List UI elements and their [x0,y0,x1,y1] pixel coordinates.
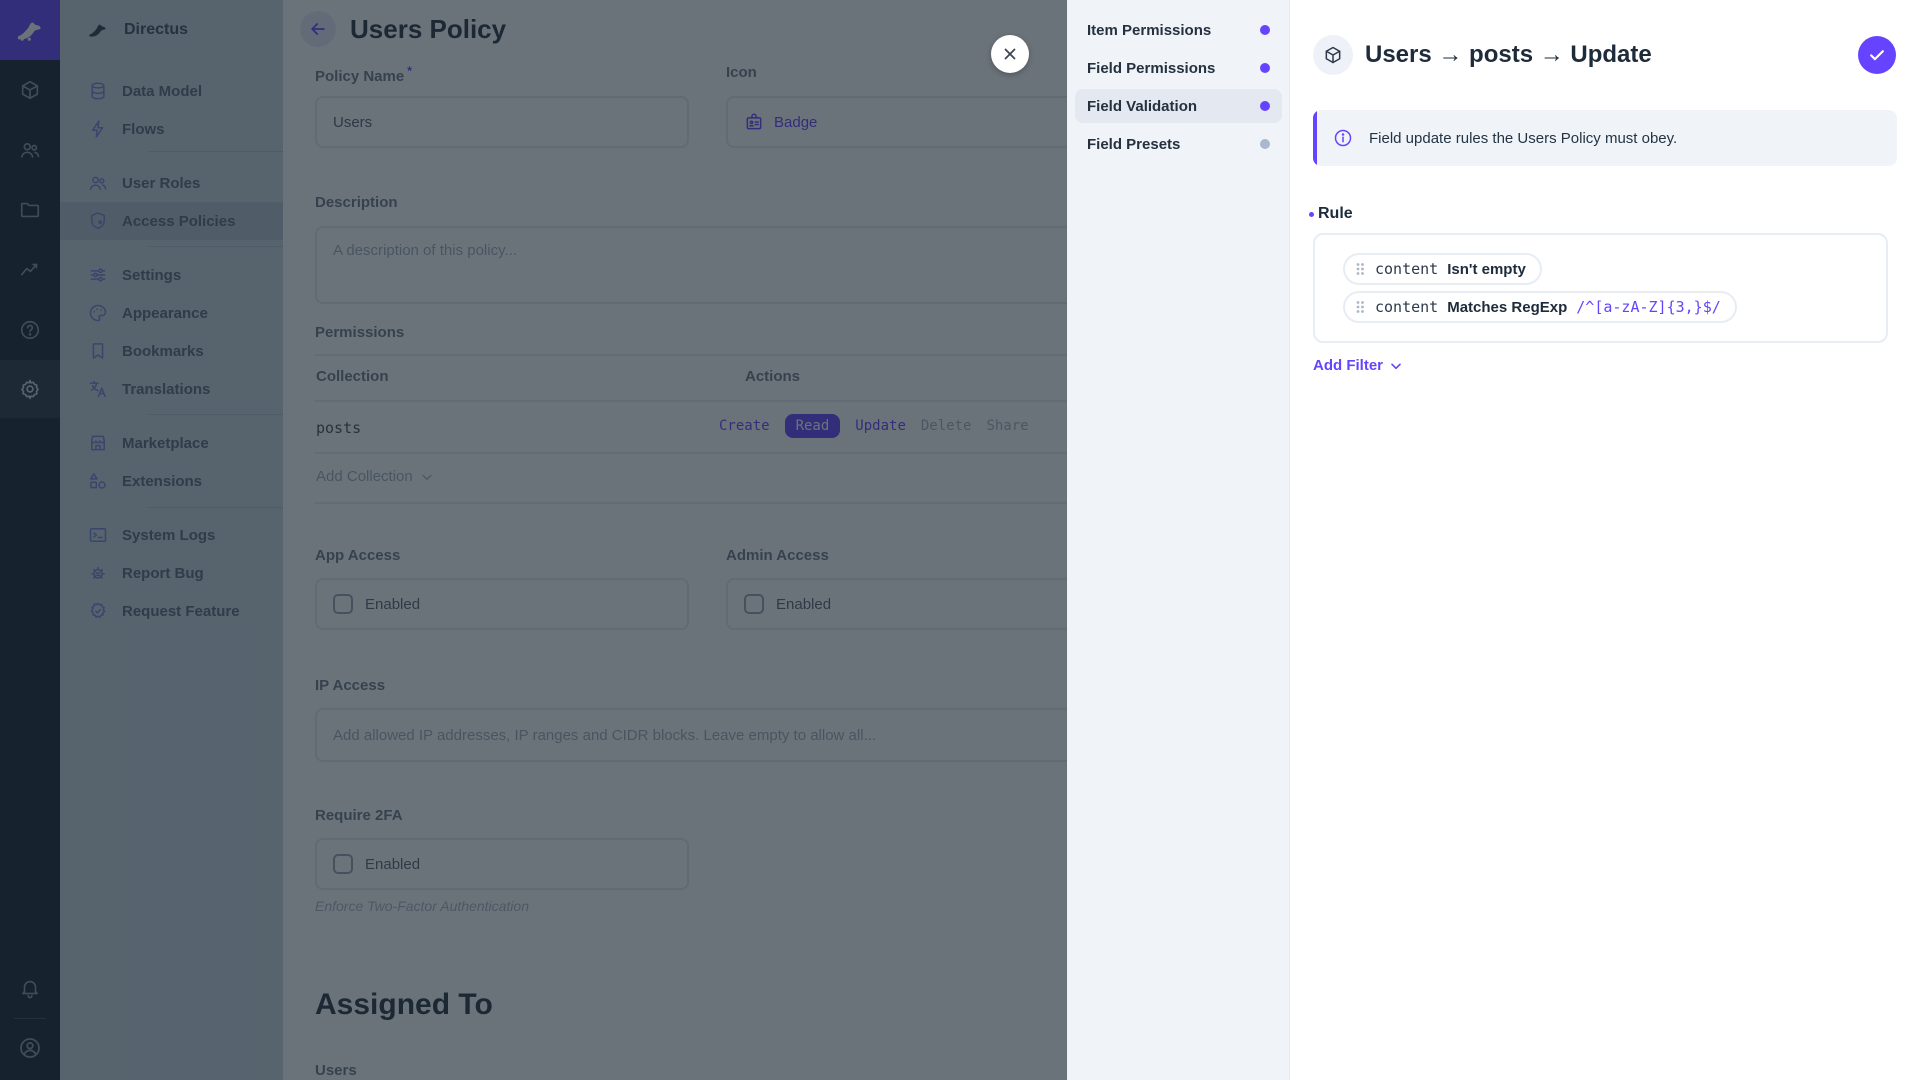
filter-row-matches-regexp[interactable]: content Matches RegExp /^[a-zA-Z]{3,}$/ [1343,291,1737,323]
filter-row-isnt-empty[interactable]: content Isn't empty [1343,253,1542,285]
close-icon [1001,45,1019,63]
status-dot [1260,101,1270,111]
save-button[interactable] [1858,36,1896,74]
filter-field[interactable]: content [1375,298,1438,316]
filter-field[interactable]: content [1375,260,1438,278]
nav-item-field-validation[interactable]: Field Validation [1075,89,1282,123]
add-filter-button[interactable]: Add Filter [1313,357,1404,374]
drag-handle-icon[interactable] [1354,299,1366,315]
banner-accent-bar [1313,110,1317,166]
collection-icon-circle [1313,35,1353,75]
drawer-overlay[interactable] [0,0,1067,1080]
info-icon [1333,128,1353,148]
status-dot [1260,139,1270,149]
box-icon [1323,45,1343,65]
filter-operator[interactable]: Matches RegExp [1447,299,1567,316]
status-dot [1260,63,1270,73]
nav-item-field-presets[interactable]: Field Presets [1075,127,1282,161]
nav-item-field-permissions[interactable]: Field Permissions [1075,51,1282,85]
rule-label: Rule [1318,205,1353,223]
drag-handle-icon[interactable] [1354,261,1366,277]
filter-value[interactable]: /^[a-zA-Z]{3,}$/ [1576,298,1721,316]
filter-operator[interactable]: Isn't empty [1447,261,1526,278]
drawer-close-button[interactable] [991,35,1029,73]
drawer-content: Users → posts → Update Field update rule… [1290,0,1920,1080]
check-icon [1867,45,1887,65]
rule-filter-box: content Isn't empty content Matches RegE… [1313,233,1888,343]
edited-dot [1309,212,1314,217]
chevron-down-icon [1388,358,1404,374]
drawer-title: Users → posts → Update [1365,41,1652,69]
info-banner: Field update rules the Users Policy must… [1313,110,1897,166]
drawer-nav: Item Permissions Field Permissions Field… [1067,0,1290,1080]
banner-text: Field update rules the Users Policy must… [1369,130,1677,147]
nav-item-item-permissions[interactable]: Item Permissions [1075,13,1282,47]
status-dot [1260,25,1270,35]
